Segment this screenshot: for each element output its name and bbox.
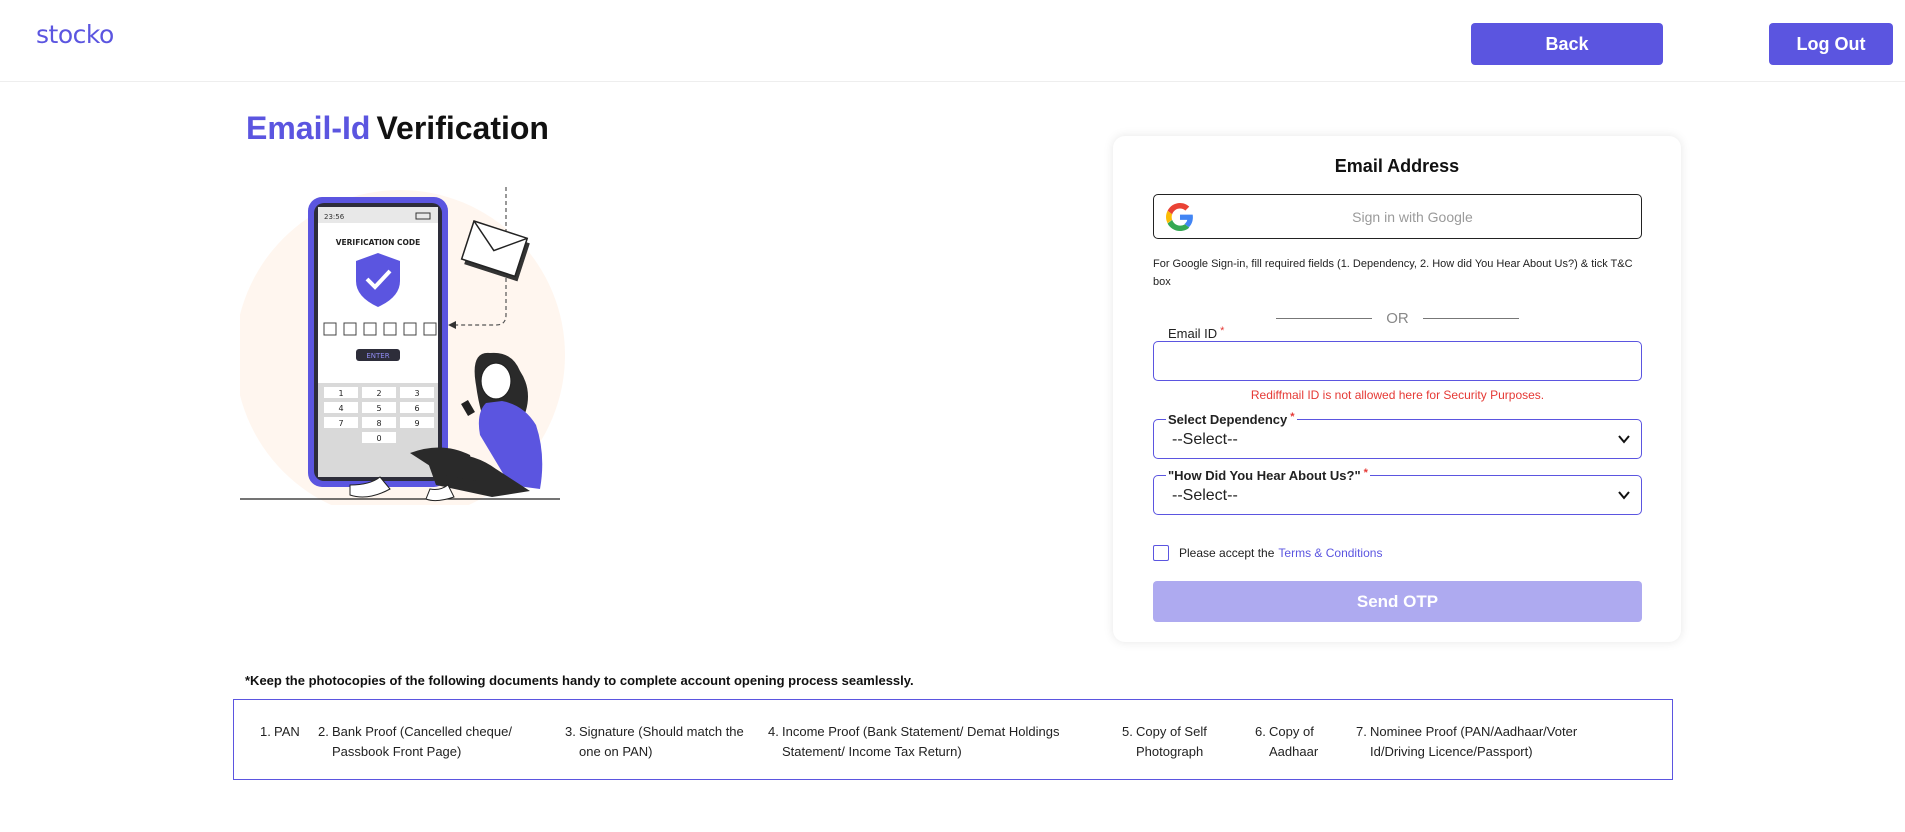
required-mark: * <box>1290 411 1295 423</box>
google-signin-note: For Google Sign-in, fill required fields… <box>1153 258 1633 288</box>
email-id-label: Email ID * <box>1166 325 1227 341</box>
terms-checkbox[interactable] <box>1153 545 1169 561</box>
keypad-key-label: 9 <box>414 419 419 428</box>
email-id-input[interactable] <box>1153 341 1642 381</box>
document-item: 5. Copy of Self Photograph <box>1122 722 1232 762</box>
dependency-label: Select Dependency * <box>1166 411 1297 427</box>
keypad-key-label: 6 <box>414 404 419 413</box>
keypad-key-label: 1 <box>338 389 343 398</box>
email-id-label-text: Email ID <box>1168 326 1218 341</box>
required-mark: * <box>1363 467 1368 479</box>
page-title-rest: Verification <box>376 110 549 146</box>
document-text: Signature (Should match the one on PAN) <box>579 724 744 759</box>
document-text: Bank Proof (Cancelled cheque/ Passbook F… <box>332 724 512 759</box>
document-item: 4. Income Proof (Bank Statement/ Demat Ho… <box>768 722 1088 762</box>
keypad-key-label: 0 <box>376 434 381 443</box>
email-verification-card: Email Address Sign in with Google For Go… <box>1113 136 1681 642</box>
document-number: 2. <box>318 724 329 739</box>
phone-time: 23:56 <box>324 213 345 221</box>
document-number: 1. <box>260 724 271 739</box>
how-did-you-hear-label-text: "How Did You Hear About Us?" <box>1168 468 1361 483</box>
document-number: 3. <box>565 724 576 739</box>
card-title: Email Address <box>1334 156 1460 176</box>
document-number: 6. <box>1255 724 1266 739</box>
document-text: Nominee Proof (PAN/Aadhaar/Voter Id/Driv… <box>1370 724 1578 759</box>
rediffmail-warning: Rediffmail ID is not allowed here for Se… <box>1250 388 1545 402</box>
document-item: 1. PAN <box>260 722 310 742</box>
send-otp-button[interactable]: Send OTP <box>1153 581 1642 622</box>
document-item: 2. Bank Proof (Cancelled cheque/ Passbook… <box>318 722 528 762</box>
top-header: stocko Back Log Out <box>0 0 1905 82</box>
dependency-label-text: Select Dependency <box>1168 412 1288 427</box>
keypad-key-label: 3 <box>414 389 419 398</box>
document-text: Copy of Self Photograph <box>1136 724 1207 759</box>
terms-link[interactable]: Terms & Conditions <box>1278 546 1382 560</box>
google-signin-button[interactable]: Sign in with Google <box>1153 194 1642 239</box>
document-number: 4. <box>768 724 779 739</box>
document-number: 7. <box>1356 724 1367 739</box>
enter-label: ENTER <box>366 352 389 360</box>
required-mark: * <box>1220 325 1225 337</box>
document-item: 7. Nominee Proof (PAN/Aadhaar/Voter Id/Dr… <box>1356 722 1616 762</box>
verification-illustration: 23:56 VERIFICATION CODE ENTER 1 2 3 4 5 6 7 8 9 0 <box>240 187 565 505</box>
logout-button[interactable]: Log Out <box>1769 23 1893 65</box>
document-item: 6. Copy of Aadhaar <box>1255 722 1335 762</box>
chevron-down-icon <box>1618 491 1630 500</box>
document-text: Copy of Aadhaar <box>1269 724 1319 759</box>
terms-row: Please accept the Terms & Conditions <box>1153 544 1382 562</box>
documents-note: *Keep the photocopies of the following d… <box>245 673 914 688</box>
or-divider: OR <box>1276 308 1519 328</box>
keypad-key-label: 7 <box>338 419 343 428</box>
stocko-logo[interactable]: stocko <box>36 20 114 49</box>
terms-text: Please accept the <box>1179 546 1275 560</box>
keypad-key-label: 5 <box>376 404 381 413</box>
document-number: 5. <box>1122 724 1133 739</box>
google-signin-label: Sign in with Google <box>1352 208 1473 225</box>
keypad-key-label: 8 <box>376 419 381 428</box>
page-title: Email-Id Verification <box>246 110 549 147</box>
google-icon <box>1166 203 1193 231</box>
how-did-you-hear-select-value: --Select-- <box>1172 487 1238 504</box>
how-did-you-hear-label: "How Did You Hear About Us?" * <box>1166 467 1370 483</box>
chevron-down-icon <box>1618 435 1630 444</box>
keypad-key-label: 4 <box>338 404 343 413</box>
document-item: 3. Signature (Should match the one on PAN… <box>565 722 755 762</box>
documents-list: 1. PAN 2. Bank Proof (Cancelled cheque/ Pa… <box>233 699 1673 780</box>
back-button[interactable]: Back <box>1471 23 1663 65</box>
document-text: Income Proof (Bank Statement/ Demat Hold… <box>782 724 1060 759</box>
verification-code-heading: VERIFICATION CODE <box>336 238 421 247</box>
dependency-select-value: --Select-- <box>1172 431 1238 448</box>
page-title-accent: Email-Id <box>246 110 371 146</box>
or-text: OR <box>1386 309 1409 327</box>
keypad-key-label: 2 <box>376 389 381 398</box>
